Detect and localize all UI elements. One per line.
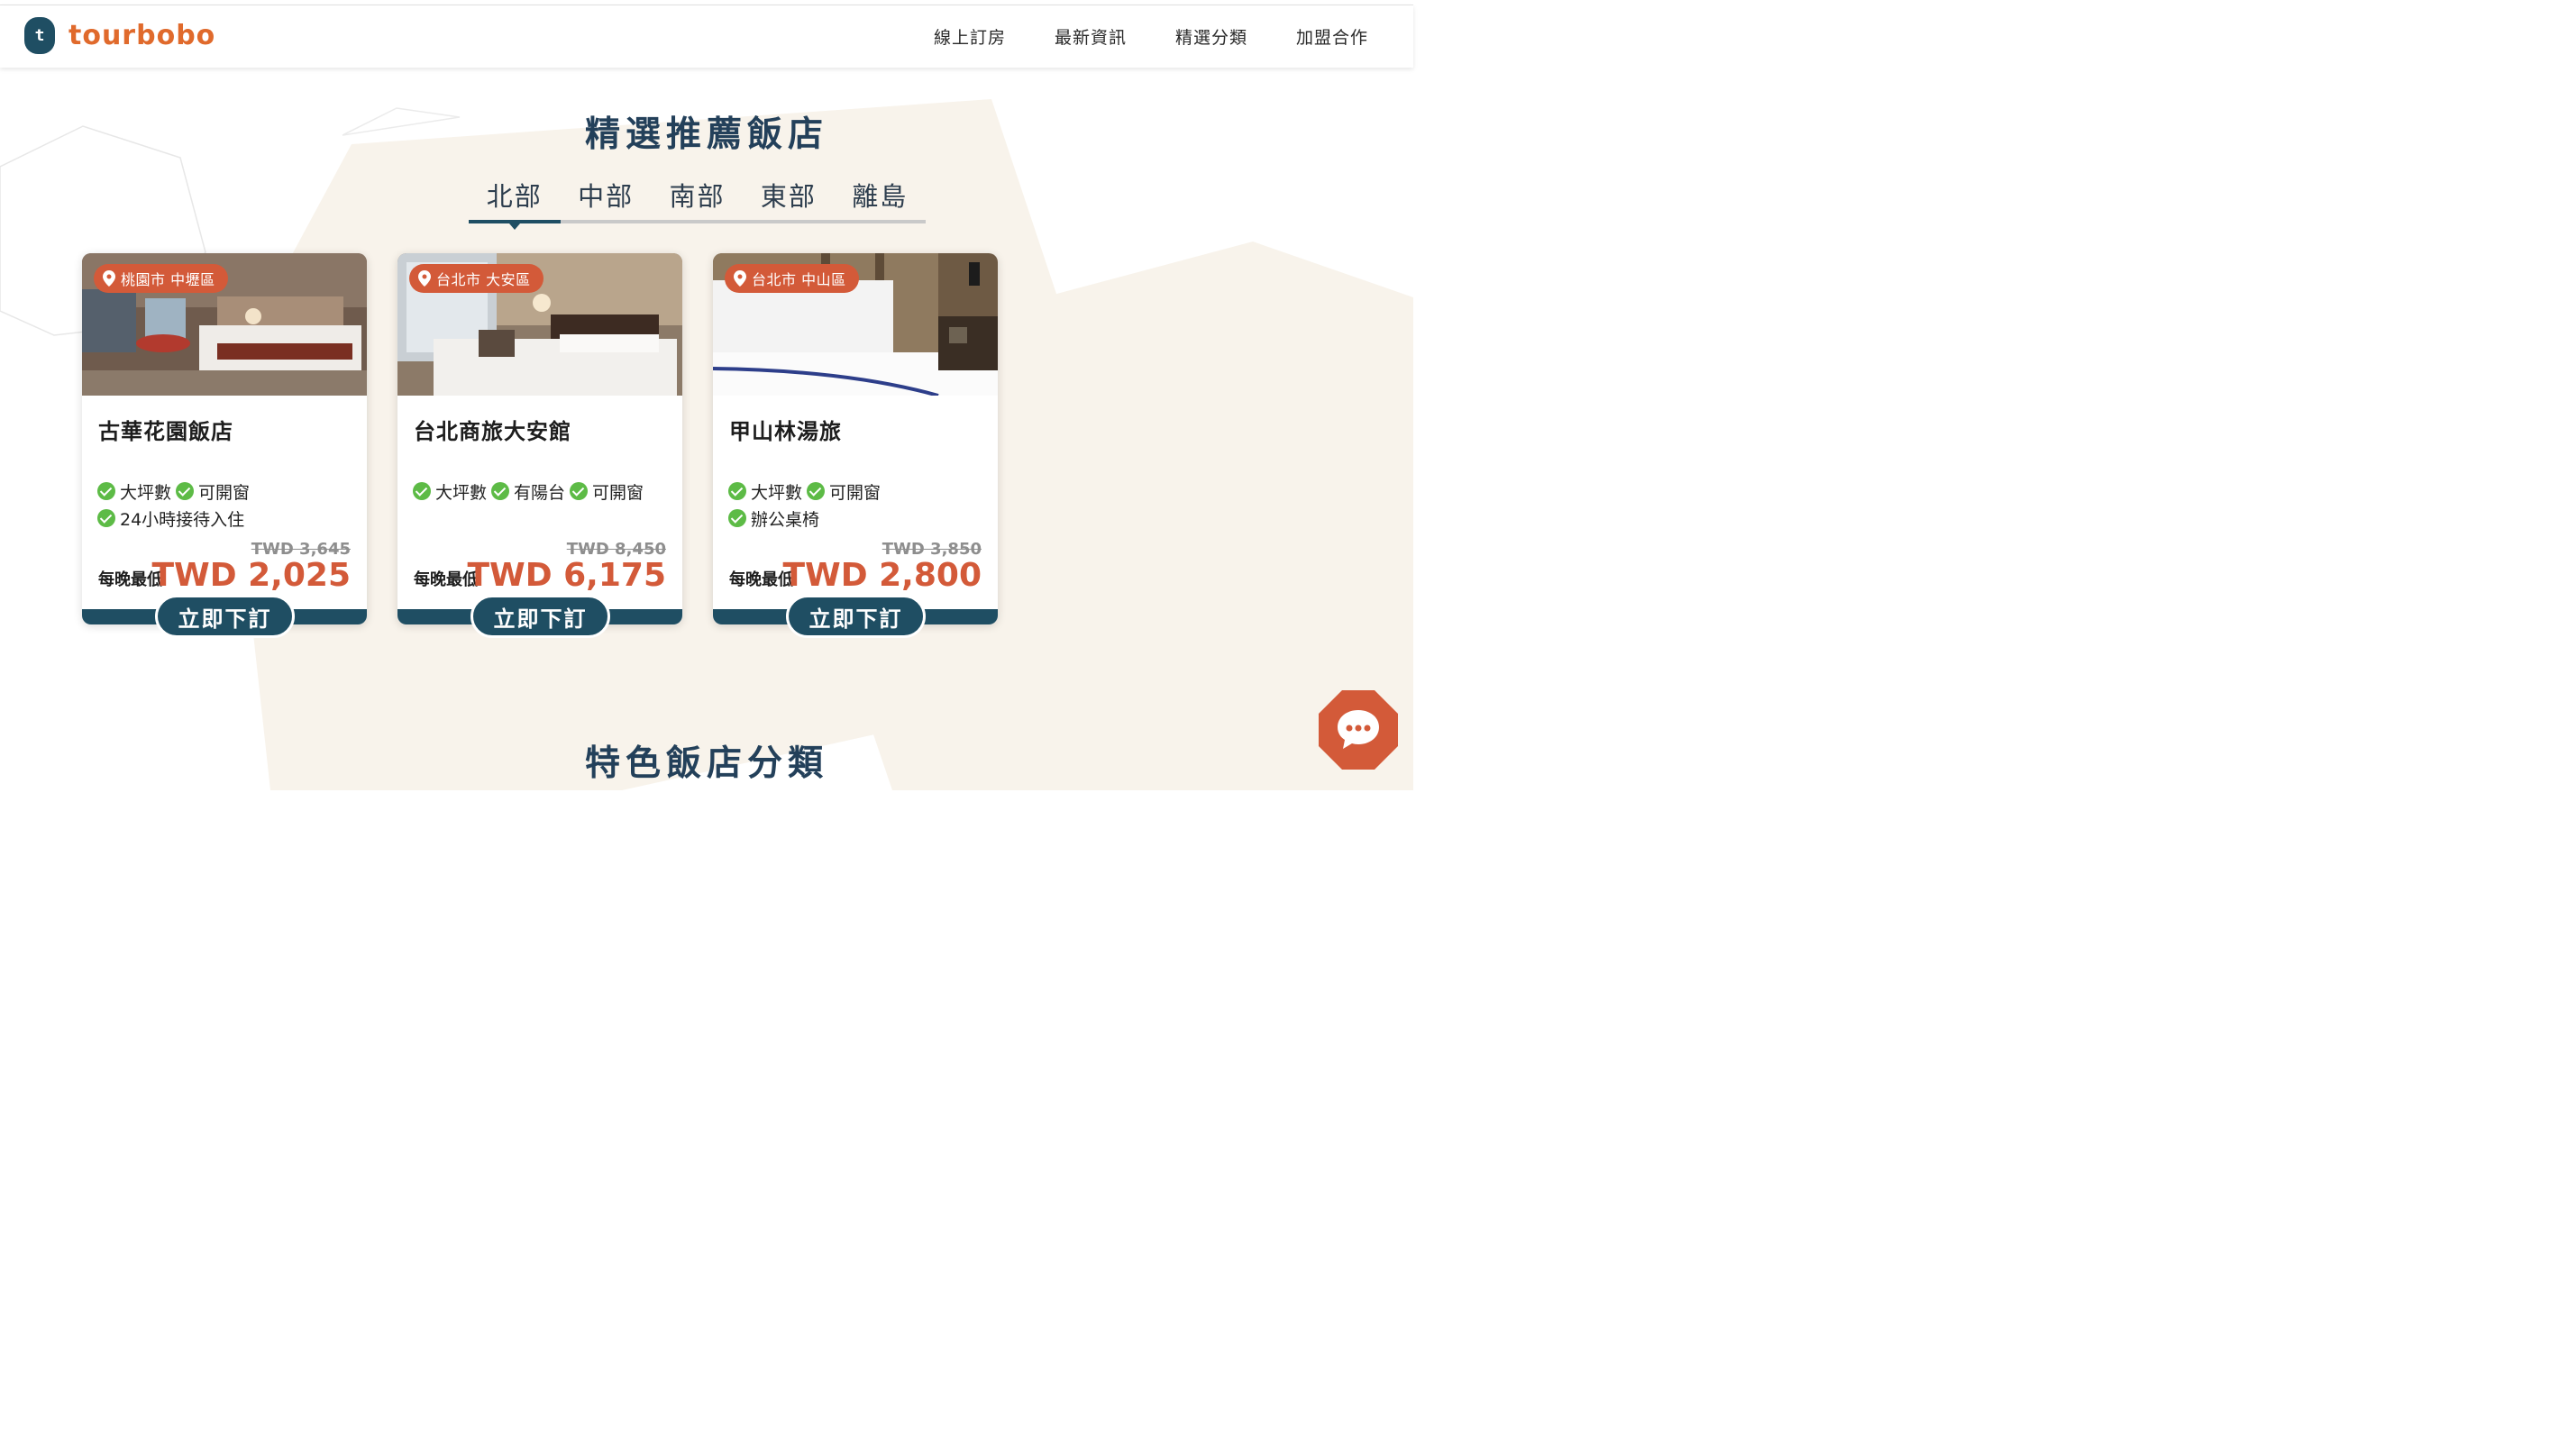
current-price: TWD 2,800 xyxy=(782,557,982,594)
tab-north[interactable]: 北部 xyxy=(469,177,560,223)
feature-item: 可開窗 xyxy=(807,479,881,504)
chat-button[interactable] xyxy=(1319,690,1398,770)
check-circle-icon xyxy=(570,482,589,500)
feature-list: 大坪數 可開窗 辦公桌椅 xyxy=(728,478,985,532)
tab-central[interactable]: 中部 xyxy=(560,177,651,223)
feature-item: 可開窗 xyxy=(570,479,644,504)
site-header: t tourbobo 線上訂房 最新資訊 精選分類 加盟合作 xyxy=(0,5,1413,68)
original-price: TWD 3,645 xyxy=(251,540,351,559)
hotel-name[interactable]: 古華花園飯店 xyxy=(98,414,233,445)
hotel-card[interactable]: 桃園市 中壢區 古華花園飯店 大坪數 可開窗 24小時接待入住 TWD 3,64… xyxy=(82,253,367,638)
main-nav: 線上訂房 最新資訊 精選分類 加盟合作 xyxy=(885,5,1368,68)
hotel-card[interactable]: 台北市 中山區 甲山林湯旅 大坪數 可開窗 辦公桌椅 TWD 3,850 每晚最… xyxy=(713,253,998,638)
logo-text: tourbobo xyxy=(69,20,216,51)
feature-list: 大坪數 有陽台 可開窗 xyxy=(413,478,670,505)
active-tab-caret-icon xyxy=(509,223,520,230)
check-circle-icon xyxy=(97,482,115,500)
logo-mark-icon: t xyxy=(24,17,55,54)
feature-item: 大坪數 xyxy=(728,479,802,504)
feature-item: 可開窗 xyxy=(176,479,250,504)
hotel-name[interactable]: 台北商旅大安館 xyxy=(414,414,571,445)
tab-east[interactable]: 東部 xyxy=(743,177,834,223)
nav-categories[interactable]: 精選分類 xyxy=(1175,24,1247,49)
tab-islands[interactable]: 離島 xyxy=(835,177,926,223)
check-circle-icon xyxy=(176,482,195,500)
book-now-button[interactable]: 立即下訂 xyxy=(786,595,926,638)
map-pin-icon xyxy=(103,270,115,287)
nav-partnership[interactable]: 加盟合作 xyxy=(1296,24,1368,49)
region-tabs: 北部 中部 南部 東部 離島 xyxy=(469,177,926,230)
location-badge: 桃園市 中壢區 xyxy=(94,264,228,293)
chat-bubble-icon xyxy=(1319,690,1398,770)
check-circle-icon xyxy=(728,509,746,527)
location-text: 台北市 大安區 xyxy=(436,271,531,288)
original-price: TWD 8,450 xyxy=(566,540,666,559)
feature-item: 24小時接待入住 xyxy=(97,506,244,531)
feature-list: 大坪數 可開窗 24小時接待入住 xyxy=(97,478,354,532)
tab-south[interactable]: 南部 xyxy=(652,177,743,223)
check-circle-icon xyxy=(413,482,431,500)
check-circle-icon xyxy=(491,482,510,500)
current-price: TWD 2,025 xyxy=(151,557,351,594)
feature-item: 大坪數 xyxy=(97,479,171,504)
book-now-button[interactable]: 立即下訂 xyxy=(155,595,295,638)
logo[interactable]: t tourbobo xyxy=(24,17,215,54)
location-text: 桃園市 中壢區 xyxy=(121,271,215,288)
location-badge: 台北市 中山區 xyxy=(725,264,859,293)
check-circle-icon xyxy=(728,482,746,500)
current-price: TWD 6,175 xyxy=(467,557,666,594)
feature-item: 有陽台 xyxy=(491,479,565,504)
nav-news[interactable]: 最新資訊 xyxy=(1055,24,1127,49)
check-circle-icon xyxy=(97,509,115,527)
feature-item: 大坪數 xyxy=(413,479,487,504)
featured-hotels-title: 精選推薦飯店 xyxy=(584,114,828,155)
location-text: 台北市 中山區 xyxy=(752,271,846,288)
map-pin-icon xyxy=(418,270,431,287)
original-price: TWD 3,850 xyxy=(882,540,982,559)
nav-booking[interactable]: 線上訂房 xyxy=(934,24,1006,49)
hotel-card[interactable]: 台北市 大安區 台北商旅大安館 大坪數 有陽台 可開窗 TWD 8,450 每晚… xyxy=(397,253,682,638)
hotel-name[interactable]: 甲山林湯旅 xyxy=(729,414,842,445)
hotel-categories-title: 特色飯店分類 xyxy=(584,743,828,784)
check-circle-icon xyxy=(807,482,826,500)
feature-item: 辦公桌椅 xyxy=(728,506,819,531)
location-badge: 台北市 大安區 xyxy=(409,264,544,293)
map-pin-icon xyxy=(734,270,746,287)
book-now-button[interactable]: 立即下訂 xyxy=(470,595,610,638)
